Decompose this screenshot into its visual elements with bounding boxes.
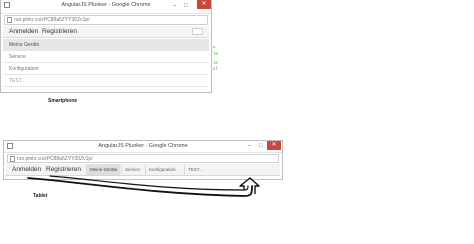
annotation-arrow — [27, 175, 260, 197]
arrow-head-icon — [239, 177, 260, 194]
annotation-arrow-curve-outer — [27, 177, 253, 197]
